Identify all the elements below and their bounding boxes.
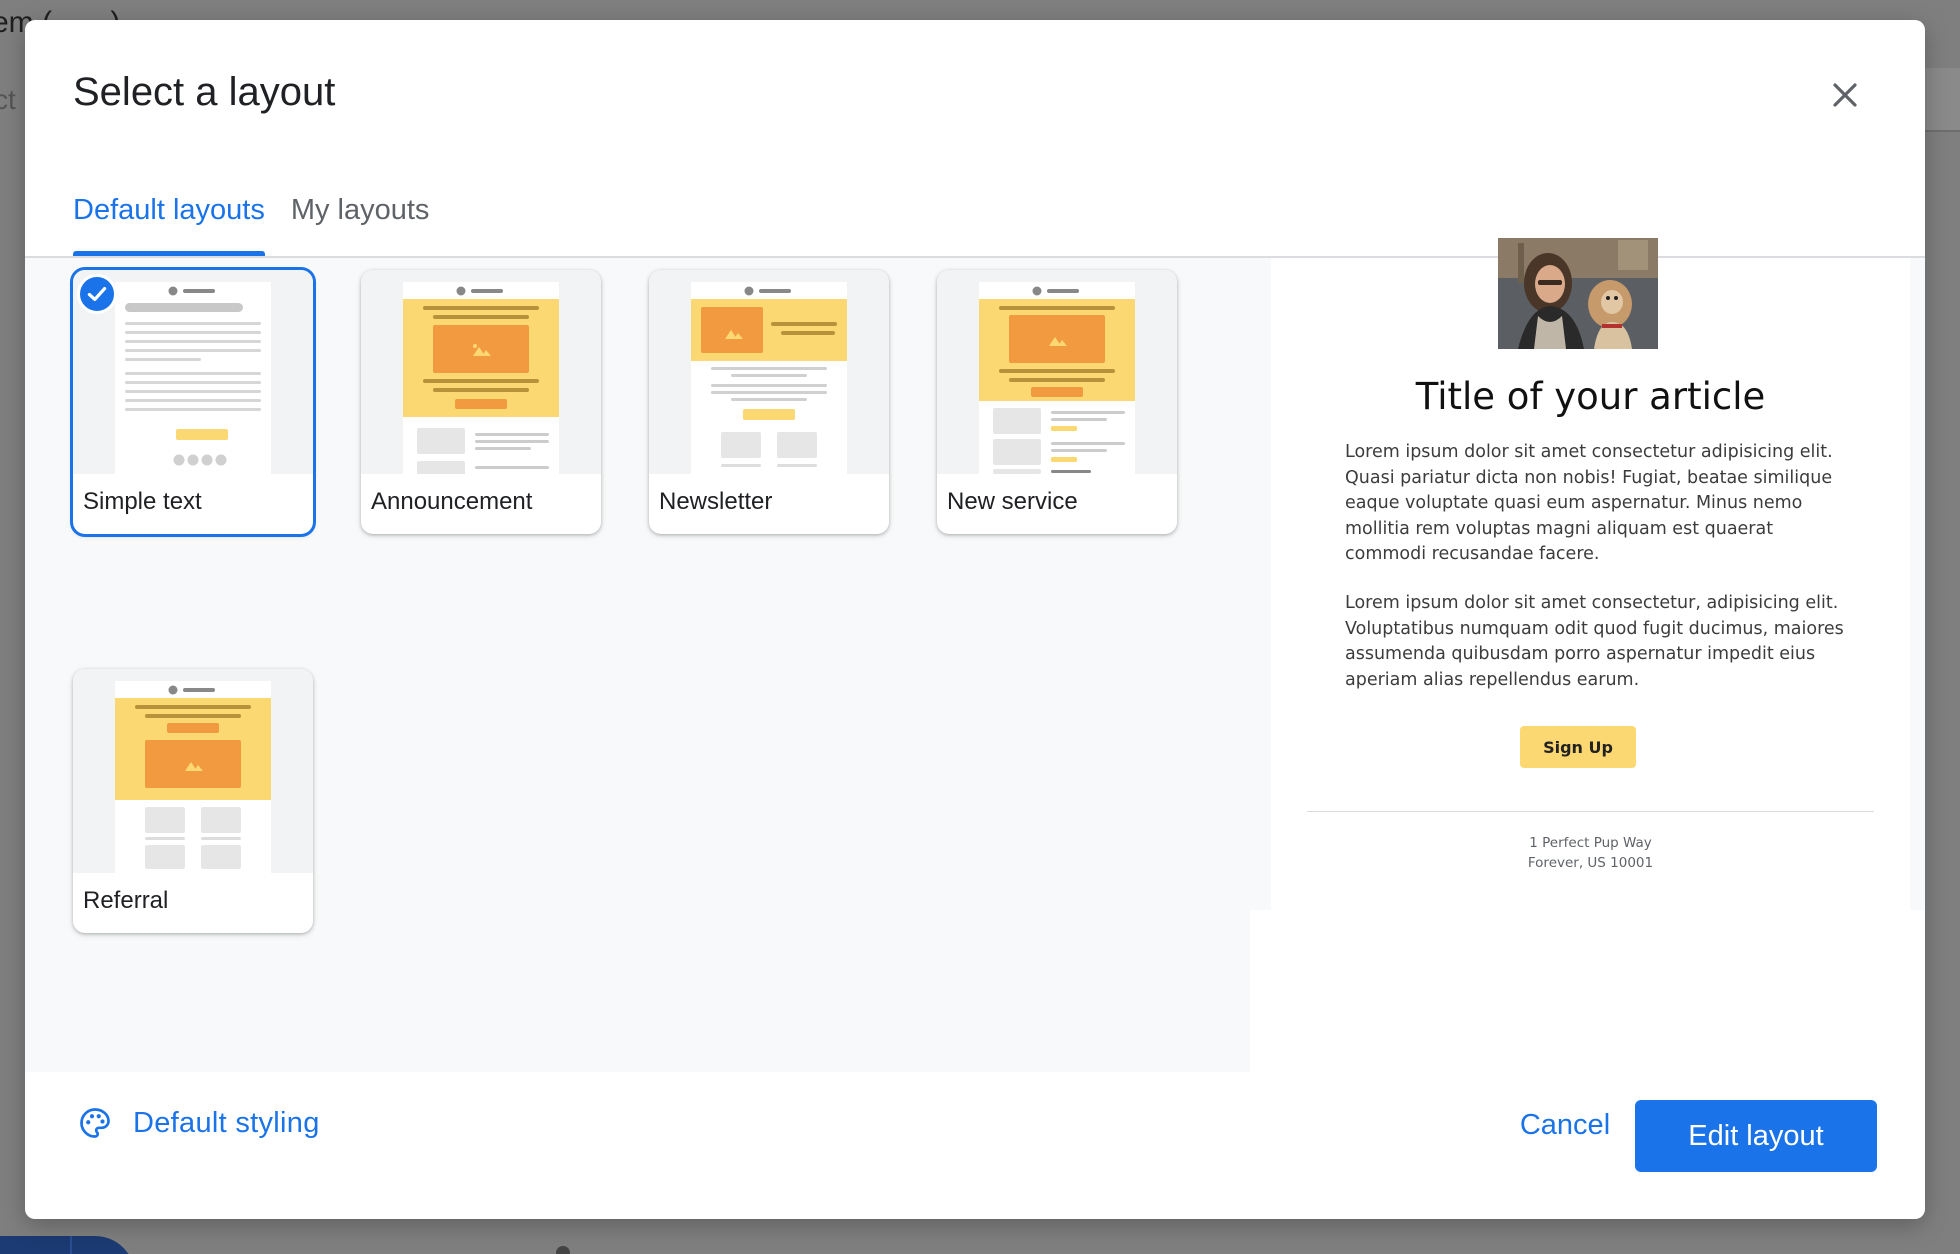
layout-card-referral[interactable]: Referral xyxy=(73,669,313,933)
address-line: Forever, US 10001 xyxy=(1527,855,1654,871)
close-button[interactable] xyxy=(1820,70,1870,120)
default-styling-label: Default styling xyxy=(133,1106,320,1139)
preview-gutter xyxy=(1250,258,1271,910)
layout-card-label: Referral xyxy=(83,887,169,914)
address-line: 1 Perfect Pup Way xyxy=(1529,835,1652,851)
layout-tabs: Default layouts My layouts xyxy=(73,170,455,256)
close-icon xyxy=(1833,83,1857,107)
preview-paragraph: Lorem ipsum dolor sit amet consectetur, … xyxy=(1345,593,1844,690)
preview-signup-button: Sign Up xyxy=(1520,726,1636,768)
cancel-button[interactable]: Cancel xyxy=(1505,1102,1625,1148)
layout-card-label: Announcement xyxy=(371,488,533,515)
layout-card-announcement[interactable]: Announcement xyxy=(361,270,601,534)
tab-my-layouts[interactable]: My layouts xyxy=(291,170,430,256)
selected-check-icon xyxy=(77,274,117,314)
layout-card-new-service[interactable]: New service xyxy=(937,270,1177,534)
preview-divider xyxy=(1307,811,1874,812)
background-divider xyxy=(70,1236,72,1254)
select-layout-dialog: Select a layout Default layouts My layou… xyxy=(25,20,1925,1219)
layout-card-label: Simple text xyxy=(83,488,202,515)
layout-card-newsletter[interactable]: Newsletter xyxy=(649,270,889,534)
preview-photo xyxy=(1498,238,1658,349)
layout-thumbnail xyxy=(361,270,601,474)
background-dot xyxy=(556,1246,570,1254)
dialog-title: Select a layout xyxy=(73,70,336,114)
tab-default-layouts[interactable]: Default layouts xyxy=(73,170,265,256)
palette-icon xyxy=(80,1108,110,1138)
layout-thumbnail xyxy=(73,669,313,873)
layout-card-label: New service xyxy=(947,488,1078,515)
preview-gutter xyxy=(1910,258,1925,910)
edit-layout-button[interactable]: Edit layout xyxy=(1635,1100,1877,1172)
background-text-fragment: ct xyxy=(0,84,16,115)
layout-preview xyxy=(1271,258,1910,910)
default-styling-button[interactable]: Default styling xyxy=(77,1105,320,1141)
preview-paragraph: Lorem ipsum dolor sit amet consectetur a… xyxy=(1345,442,1833,564)
layout-thumbnail xyxy=(937,270,1177,474)
layout-card-simple-text[interactable]: Simple text xyxy=(70,267,316,537)
preview-address: 1 Perfect Pup Way Forever, US 10001 xyxy=(1271,833,1910,873)
layout-card-label: Newsletter xyxy=(659,488,773,515)
preview-article-title: Title of your article xyxy=(1415,375,1766,418)
background-bar xyxy=(1925,68,1960,132)
background-button xyxy=(0,1236,135,1254)
layout-thumbnail xyxy=(649,270,889,474)
